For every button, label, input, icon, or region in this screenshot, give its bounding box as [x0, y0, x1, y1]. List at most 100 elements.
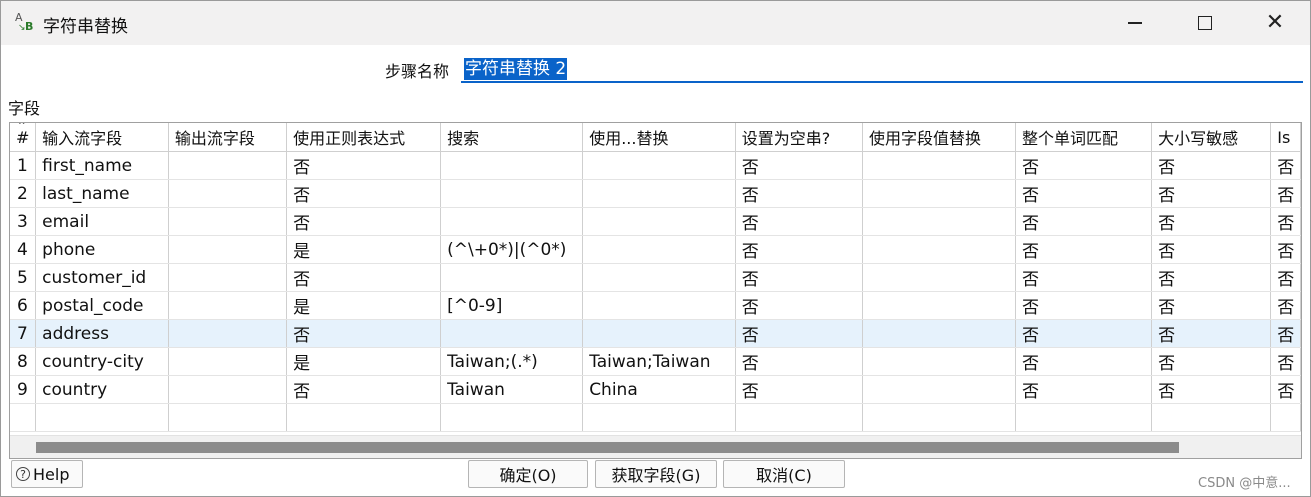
table-cell[interactable] [862, 319, 1017, 348]
table-cell[interactable]: 否 [735, 207, 863, 236]
table-cell[interactable]: 否 [1270, 375, 1301, 404]
table-cell[interactable]: 否 [735, 235, 863, 264]
horizontal-scrollbar[interactable] [10, 435, 1301, 458]
table-cell[interactable]: 否 [735, 263, 863, 292]
table-cell[interactable]: 否 [286, 179, 442, 208]
table-cell[interactable]: postal_code [35, 291, 169, 320]
table-cell[interactable] [582, 319, 736, 348]
table-cell[interactable] [862, 207, 1017, 236]
ok-button[interactable]: 确定(O) [468, 460, 588, 488]
table-cell[interactable] [168, 179, 288, 208]
get-fields-button[interactable]: 获取字段(G) [595, 460, 717, 488]
table-cell[interactable]: 否 [735, 347, 863, 376]
table-cell[interactable]: 否 [735, 319, 863, 348]
table-row[interactable]: 5 customer_id 否否否否否 [10, 263, 1301, 292]
column-header[interactable]: Is [1270, 123, 1301, 152]
table-cell[interactable]: Taiwan;Taiwan [582, 347, 736, 376]
column-header[interactable]: 使用字段值替换 [862, 123, 1017, 152]
table-cell[interactable] [862, 151, 1017, 180]
column-header[interactable]: 设置为空串? [735, 123, 863, 152]
table-cell[interactable]: 否 [1015, 151, 1153, 180]
table-cell[interactable]: 否 [1151, 263, 1272, 292]
table-cell[interactable] [168, 403, 288, 432]
table-cell[interactable]: 否 [1015, 347, 1153, 376]
table-cell[interactable]: 否 [1270, 319, 1301, 348]
table-cell[interactable] [168, 235, 288, 264]
table-cell[interactable]: [^0-9] [440, 291, 584, 320]
table-cell[interactable] [862, 235, 1017, 264]
table-cell[interactable] [735, 403, 863, 432]
table-cell[interactable] [862, 291, 1017, 320]
table-cell[interactable]: 否 [1270, 263, 1301, 292]
table-cell[interactable]: customer_id [35, 263, 169, 292]
table-cell[interactable]: email [35, 207, 169, 236]
table-cell[interactable] [440, 151, 584, 180]
minimize-button[interactable] [1100, 1, 1170, 45]
column-header[interactable]: 输入流字段 [35, 123, 169, 152]
table-cell[interactable]: 否 [1015, 375, 1153, 404]
scrollbar-thumb[interactable] [36, 442, 1179, 453]
table-cell[interactable] [286, 403, 442, 432]
table-row[interactable]: 4 phone 是 (^\+0*)|(^0*) 否否否否 [10, 235, 1301, 264]
cancel-button[interactable]: 取消(C) [723, 460, 845, 488]
table-cell[interactable] [862, 179, 1017, 208]
table-cell[interactable]: phone [35, 235, 169, 264]
table-cell[interactable] [1015, 403, 1153, 432]
table-cell[interactable] [582, 403, 736, 432]
table-cell[interactable]: first_name [35, 151, 169, 180]
table-cell[interactable] [168, 347, 288, 376]
table-cell[interactable]: 否 [1015, 207, 1153, 236]
table-cell[interactable]: 否 [1151, 375, 1272, 404]
table-cell[interactable] [1270, 403, 1301, 432]
table-row[interactable]: 6 postal_code 是 [^0-9] 否否否否 [10, 291, 1301, 320]
table-row[interactable] [10, 403, 1301, 432]
table-cell[interactable]: 否 [1270, 179, 1301, 208]
fields-table[interactable]: ^ # 输入流字段 输出流字段 使用正则表达式 搜索 使用...替换 设置为空串? 使用字段值替… [9, 122, 1302, 459]
column-header[interactable]: 整个单词匹配 [1015, 123, 1153, 152]
column-header[interactable]: 使用...替换 [582, 123, 736, 152]
table-cell[interactable]: 否 [1015, 319, 1153, 348]
table-cell[interactable] [440, 263, 584, 292]
table-cell[interactable]: (^\+0*)|(^0*) [440, 235, 584, 264]
table-cell[interactable] [440, 403, 584, 432]
table-cell[interactable] [582, 179, 736, 208]
table-cell[interactable]: country [35, 375, 169, 404]
table-cell[interactable]: China [582, 375, 736, 404]
column-header[interactable]: 使用正则表达式 [286, 123, 442, 152]
table-cell[interactable]: 否 [735, 151, 863, 180]
table-cell[interactable]: 否 [1015, 179, 1153, 208]
column-header[interactable]: 输出流字段 [168, 123, 288, 152]
table-cell[interactable]: 否 [286, 151, 442, 180]
table-cell[interactable] [862, 375, 1017, 404]
table-cell[interactable]: Taiwan [440, 375, 584, 404]
table-cell[interactable] [862, 263, 1017, 292]
table-cell[interactable] [862, 347, 1017, 376]
table-cell[interactable]: Taiwan;(.*) [440, 347, 584, 376]
table-row[interactable]: 3 email 否否否否否 [10, 207, 1301, 236]
table-cell[interactable] [440, 207, 584, 236]
table-cell[interactable]: 是 [286, 347, 442, 376]
table-cell[interactable]: 否 [1270, 235, 1301, 264]
table-cell[interactable] [582, 235, 736, 264]
table-cell[interactable] [862, 403, 1017, 432]
table-row[interactable]: 7 address 否否否否否 [10, 319, 1301, 348]
table-cell[interactable] [35, 403, 169, 432]
table-row[interactable]: 2 last_name 否否否否否 [10, 179, 1301, 208]
table-cell[interactable]: 否 [1270, 291, 1301, 320]
table-cell[interactable]: 否 [1270, 347, 1301, 376]
table-cell[interactable]: 否 [1015, 291, 1153, 320]
table-cell[interactable]: 否 [286, 319, 442, 348]
close-button[interactable]: ✕ [1240, 1, 1310, 45]
table-cell[interactable] [1151, 403, 1272, 432]
help-button[interactable]: ? Help [11, 460, 83, 488]
column-header[interactable]: 搜索 [440, 123, 584, 152]
table-row[interactable]: 8 country-city 是 Taiwan;(.*) Taiwan;Taiwan 否否… [10, 347, 1301, 376]
table-cell[interactable]: address [35, 319, 169, 348]
table-cell[interactable] [168, 207, 288, 236]
table-cell[interactable]: 否 [1151, 179, 1272, 208]
table-cell[interactable] [582, 151, 736, 180]
table-cell[interactable]: 否 [286, 207, 442, 236]
table-cell[interactable] [168, 151, 288, 180]
table-cell[interactable] [582, 291, 736, 320]
table-row[interactable]: 9 country 否 Taiwan China 否否否否 [10, 375, 1301, 404]
